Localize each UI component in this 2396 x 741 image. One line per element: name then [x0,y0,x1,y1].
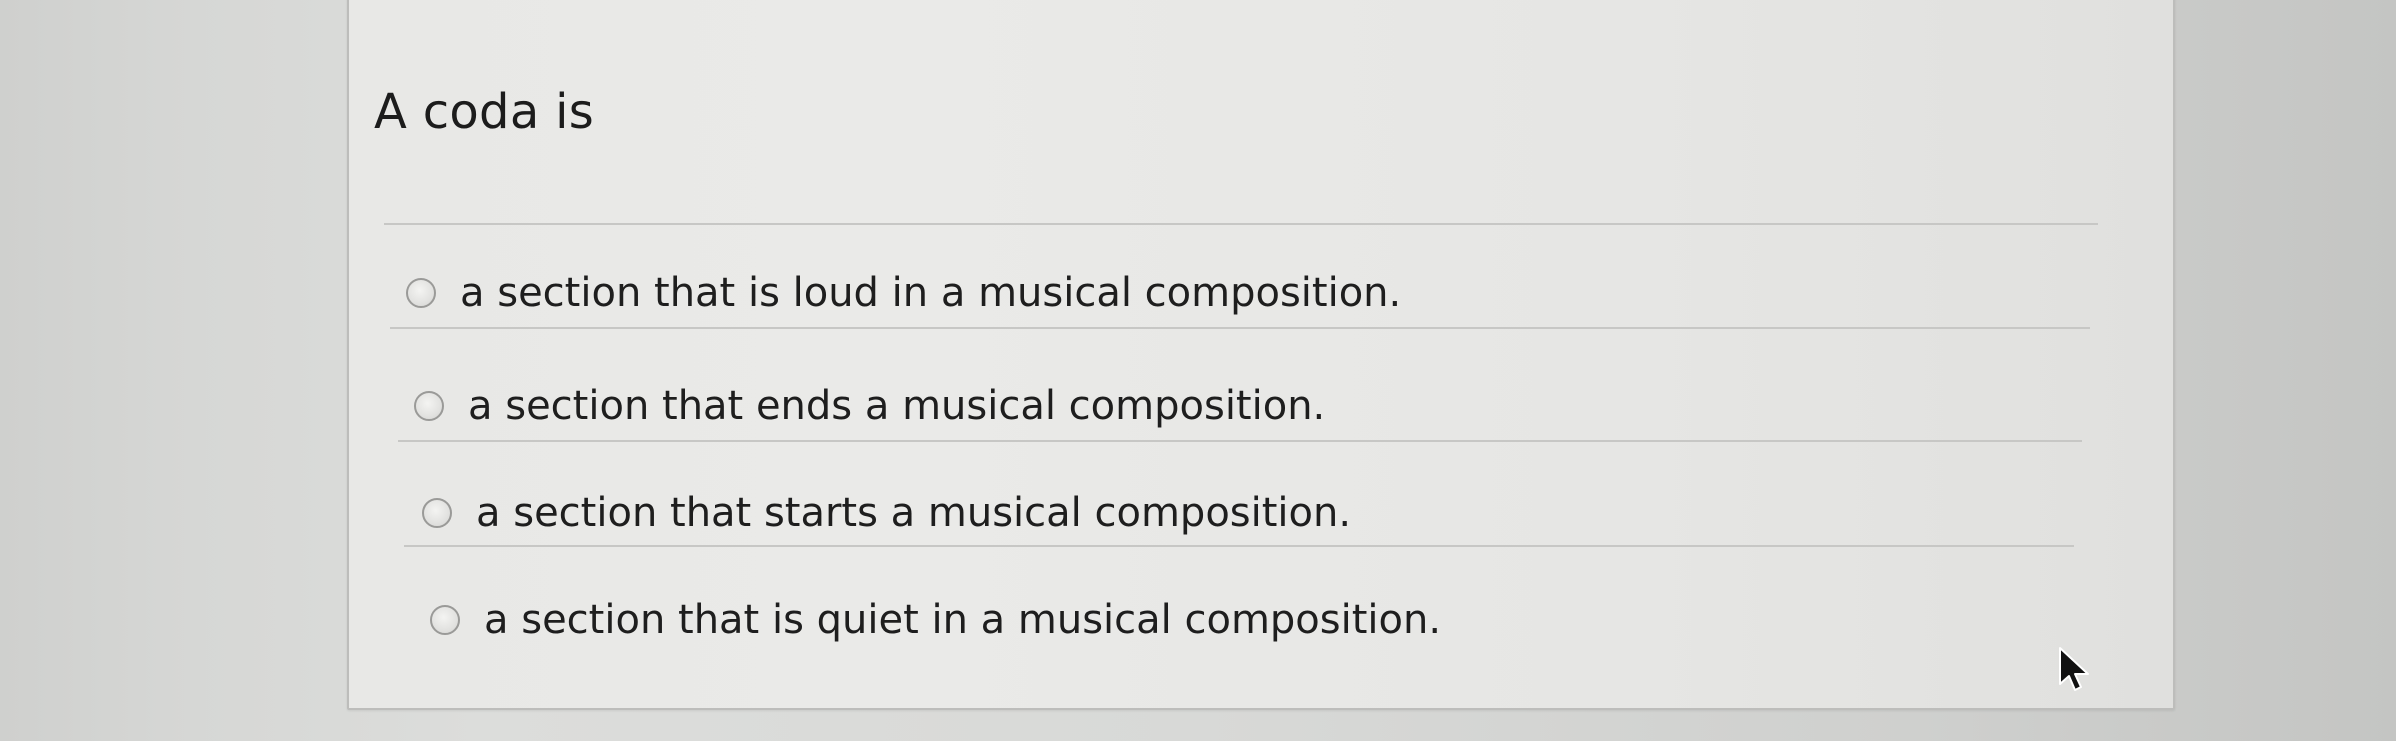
answer-option-label: a section that is loud in a musical comp… [460,270,1402,316]
radio-button-icon[interactable] [406,278,436,308]
divider [390,327,2090,329]
divider [398,440,2082,442]
radio-button-icon[interactable] [414,391,444,421]
answer-option-label: a section that starts a musical composit… [476,490,1352,536]
answer-option-1[interactable]: a section that is loud in a musical comp… [406,270,1401,316]
mouse-pointer-icon [2059,647,2089,691]
divider [404,545,2074,547]
answer-option-4[interactable]: a section that is quiet in a musical com… [430,597,1441,643]
question-text: A coda is [374,84,595,140]
answer-option-3[interactable]: a section that starts a musical composit… [422,490,1351,536]
answer-option-label: a section that is quiet in a musical com… [484,597,1442,643]
radio-button-icon[interactable] [430,605,460,635]
answer-option-2[interactable]: a section that ends a musical compositio… [414,383,1325,429]
divider [384,223,2098,225]
radio-button-icon[interactable] [422,498,452,528]
answer-option-label: a section that ends a musical compositio… [468,383,1326,429]
